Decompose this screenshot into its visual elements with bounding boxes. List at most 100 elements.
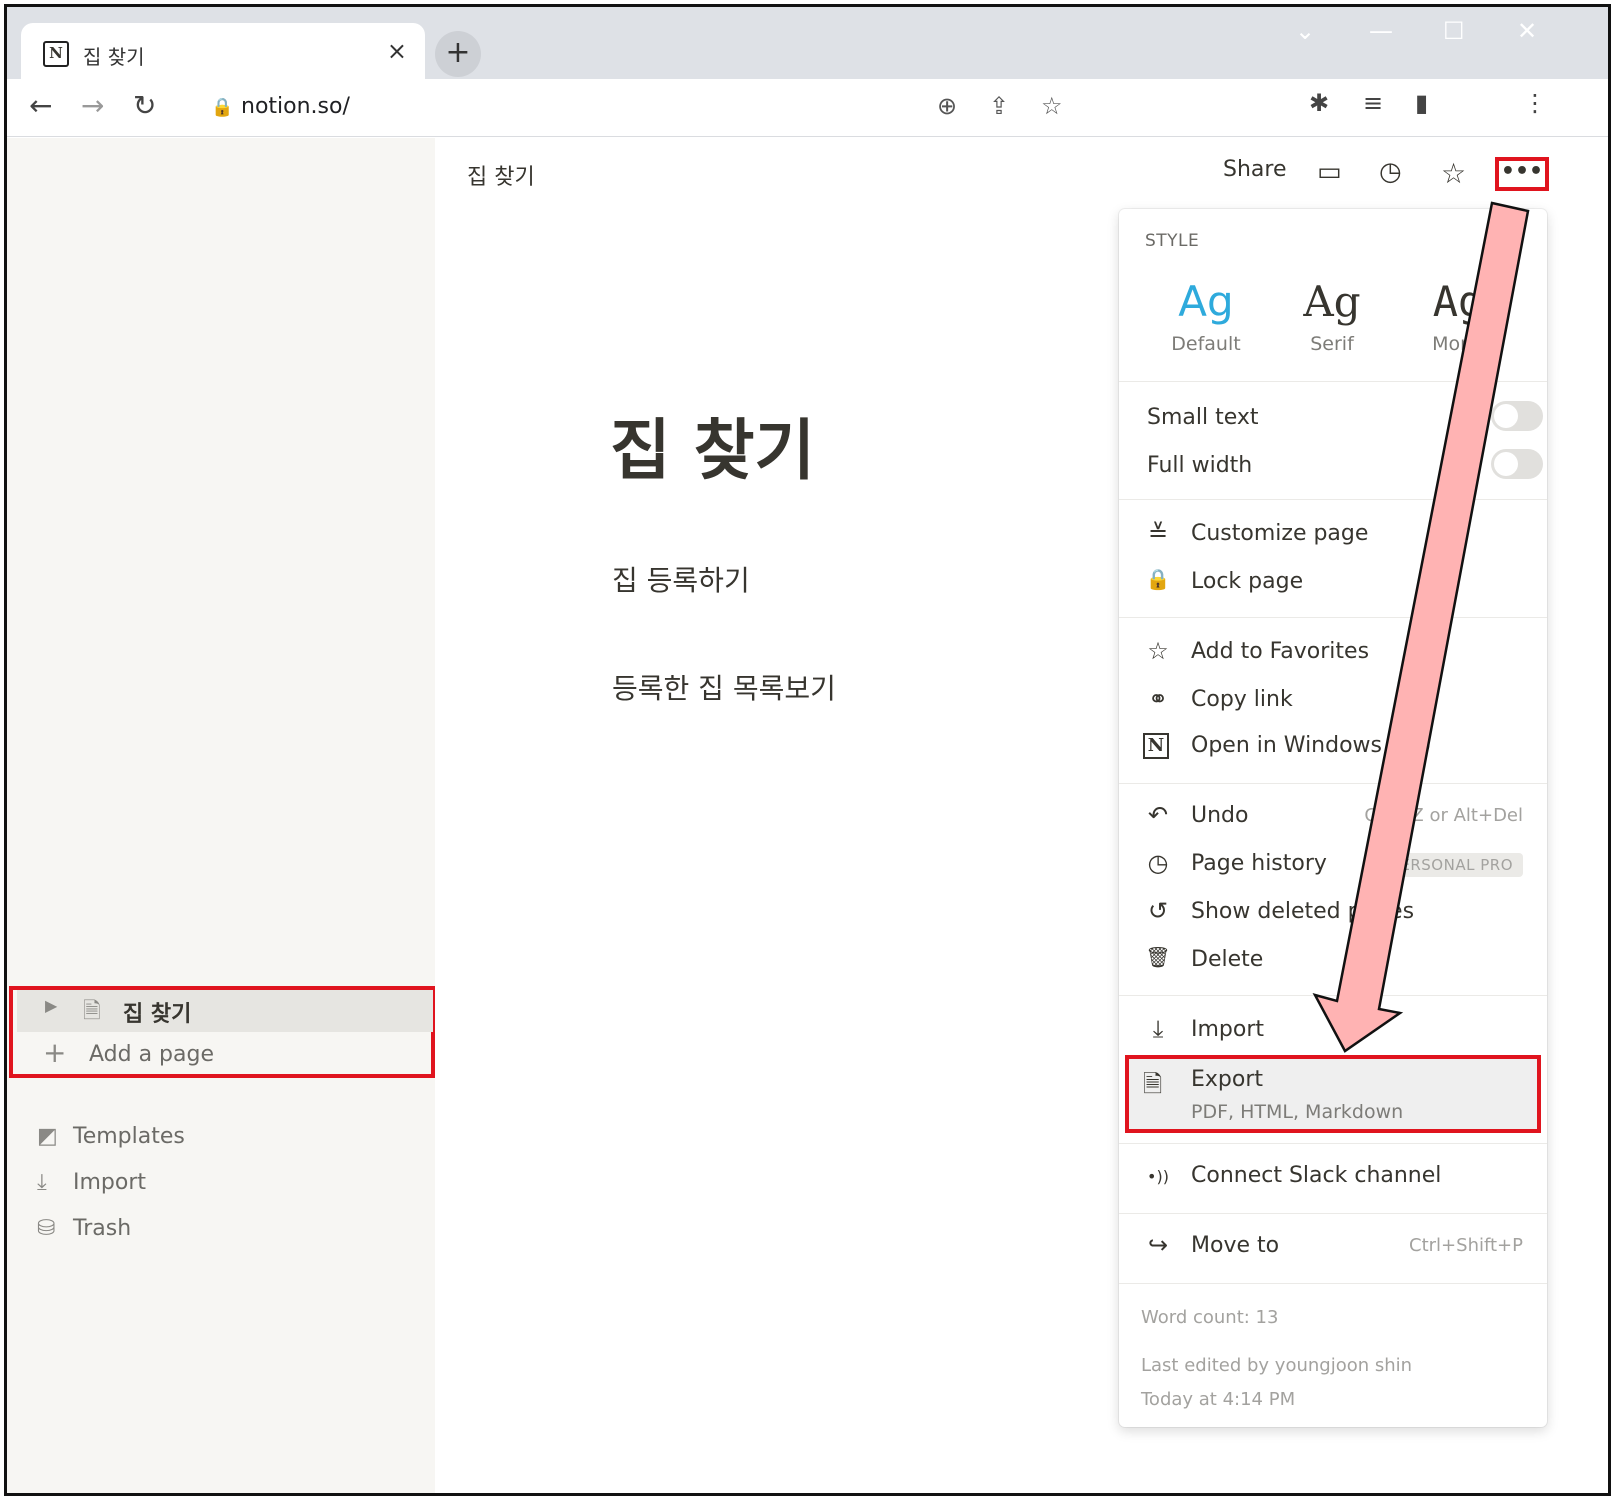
move-shortcut: Ctrl+Shift+P (1409, 1235, 1523, 1256)
templates-icon: ◩ (37, 1124, 58, 1149)
connect-slack-item[interactable]: •)) Connect Slack channel (1143, 1159, 1523, 1199)
export-label: Export (1191, 1067, 1264, 1092)
move-to-item[interactable]: ↪ Move to Ctrl+Shift+P (1143, 1229, 1523, 1269)
more-options-button[interactable]: ••• (1495, 157, 1549, 191)
full-width-toggle[interactable] (1491, 449, 1543, 479)
menu-item-label: Connect Slack channel (1191, 1163, 1442, 1188)
menu-item-label: Open in Windows app (1191, 733, 1431, 758)
sidebar-item-import[interactable]: ⤓ Import (37, 1170, 146, 1195)
zoom-icon[interactable]: ⊕ (937, 92, 957, 120)
menu-item-label: Show deleted pages (1191, 899, 1415, 924)
restore-icon: ↺ (1147, 897, 1169, 925)
add-page-button[interactable]: + Add a page (17, 1036, 433, 1078)
menu-divider (1119, 783, 1547, 784)
page-history-item[interactable]: ◷ Page history PERSONAL PRO (1143, 847, 1523, 887)
browser-tab[interactable]: N 집 찾기 × (21, 23, 425, 81)
maximize-icon[interactable]: ☐ (1443, 17, 1465, 45)
show-deleted-pages-item[interactable]: ↺ Show deleted pages (1143, 895, 1523, 935)
lock-icon: 🔒 (1145, 567, 1171, 591)
updates-clock-icon[interactable]: ◷ (1379, 157, 1402, 187)
edited-time: Today at 4:14 PM (1141, 1389, 1296, 1410)
small-text-row: Small text (1147, 401, 1543, 431)
bookmark-star-icon[interactable]: ☆ (1041, 92, 1063, 120)
notion-app-icon: N (1143, 733, 1169, 759)
star-icon: ☆ (1147, 637, 1169, 665)
address-bar[interactable]: 🔒 notion.so/ ⊕ ⇪ ☆ (195, 87, 1095, 129)
plus-icon: + (43, 1036, 67, 1069)
export-formats: PDF, HTML, Markdown (1191, 1101, 1404, 1123)
sidebar-item-trash[interactable]: ⛁ Trash (37, 1216, 131, 1241)
browser-menu-icon[interactable]: ⋮ (1523, 89, 1547, 117)
import-item[interactable]: ⤓ Import (1143, 1013, 1523, 1053)
undo-item[interactable]: ↶ Undo Ctrl+Z or Alt+Del (1143, 799, 1523, 839)
favorite-star-icon[interactable]: ☆ (1441, 157, 1466, 190)
tab-close-icon[interactable]: × (387, 37, 407, 65)
undo-icon: ↶ (1147, 801, 1169, 829)
new-tab-button[interactable]: + (435, 31, 481, 77)
history-icon: ◷ (1147, 849, 1169, 877)
small-text-label: Small text (1147, 405, 1259, 430)
share-button[interactable]: Share (1223, 157, 1287, 182)
menu-divider (1119, 381, 1547, 382)
slack-broadcast-icon: •)) (1147, 1167, 1169, 1186)
open-in-windows-app-item[interactable]: N Open in Windows app (1143, 729, 1523, 769)
close-window-icon[interactable]: ✕ (1517, 17, 1537, 45)
menu-item-label: Customize page (1191, 521, 1369, 546)
link-icon: ⚭ (1147, 685, 1169, 713)
page-options-menu: STYLE Ag Default Ag Serif Ag Mono Small … (1119, 209, 1547, 1427)
sidebar-item-label: Trash (73, 1216, 132, 1241)
extensions-icon[interactable]: ✱ (1309, 89, 1329, 117)
forward-icon[interactable]: → (81, 89, 104, 122)
style-default-option[interactable]: Ag Default (1151, 277, 1261, 355)
add-to-favorites-item[interactable]: ☆ Add to Favorites (1143, 635, 1523, 675)
sidebar-item-label: Templates (73, 1124, 185, 1149)
url-text[interactable]: notion.so/ (241, 94, 350, 119)
browser-toolbar: ← → ↻ 🔒 notion.so/ ⊕ ⇪ ☆ ✱ ≡ ▮ ⋮ (7, 79, 1608, 137)
lock-page-item[interactable]: 🔒 Lock page (1143, 565, 1523, 605)
page-link-register[interactable]: 집 등록하기 (612, 559, 750, 599)
notion-sidebar: ▶ 🗎 집 찾기 + Add a page ◩ Templates ⤓ Import… (7, 138, 435, 1493)
style-section-label: STYLE (1145, 231, 1200, 251)
browser-tabstrip: N 집 찾기 × + ⌄ — ☐ ✕ (7, 7, 1608, 81)
breadcrumb[interactable]: 집 찾기 (467, 159, 535, 191)
small-text-toggle[interactable] (1491, 401, 1543, 431)
reload-icon[interactable]: ↻ (133, 89, 156, 122)
back-icon[interactable]: ← (29, 89, 52, 122)
delete-item[interactable]: 🗑 Delete (1143, 943, 1523, 983)
tab-search-icon[interactable]: ⌄ (1295, 17, 1315, 45)
export-item[interactable]: 🗎 Export PDF, HTML, Markdown (1125, 1055, 1541, 1133)
customize-page-item[interactable]: ≚ Customize page (1143, 517, 1523, 557)
sidebar-item-label: Import (73, 1170, 147, 1195)
last-edited: Last edited by youngjoon shin (1141, 1355, 1413, 1376)
minimize-icon[interactable]: — (1369, 17, 1393, 45)
style-serif-label: Serif (1310, 333, 1354, 355)
sidebar-item-templates[interactable]: ◩ Templates (37, 1124, 185, 1149)
side-panel-icon[interactable]: ▮ (1415, 89, 1428, 117)
menu-divider (1119, 1143, 1547, 1144)
tab-title: 집 찾기 (83, 45, 145, 69)
lock-icon: 🔒 (211, 97, 234, 118)
menu-item-label: Copy link (1191, 687, 1293, 712)
comments-icon[interactable]: ▭ (1317, 157, 1342, 187)
style-serif-option[interactable]: Ag Serif (1277, 277, 1387, 355)
screenshot-frame: N 집 찾기 × + ⌄ — ☐ ✕ ← → ↻ 🔒 notion.so/ ⊕ … (4, 4, 1611, 1496)
share-page-icon[interactable]: ⇪ (989, 92, 1009, 120)
sidebar-page-item[interactable]: ▶ 🗎 집 찾기 (17, 990, 433, 1032)
style-mono-option[interactable]: Ag Mono (1403, 277, 1513, 355)
add-page-label: Add a page (89, 1042, 215, 1067)
export-file-icon: 🗎 (1143, 1070, 1163, 1098)
expand-toggle-icon[interactable]: ▶ (45, 996, 57, 1015)
copy-link-item[interactable]: ⚭ Copy link (1143, 683, 1523, 723)
notion-favicon-icon: N (43, 41, 69, 67)
sidebar-page-label: 집 찾기 (123, 1002, 192, 1027)
menu-divider (1119, 1213, 1547, 1214)
page-title[interactable]: 집 찾기 (610, 397, 815, 493)
full-width-label: Full width (1147, 453, 1253, 478)
style-default-glyph: Ag (1178, 277, 1234, 326)
style-default-label: Default (1171, 333, 1241, 355)
reading-list-icon[interactable]: ≡ (1363, 89, 1383, 117)
style-serif-glyph: Ag (1303, 277, 1361, 326)
page-link-list[interactable]: 등록한 집 목록보기 (612, 667, 836, 707)
undo-shortcut: Ctrl+Z or Alt+Del (1364, 805, 1523, 826)
import-icon: ⤓ (37, 1170, 47, 1195)
